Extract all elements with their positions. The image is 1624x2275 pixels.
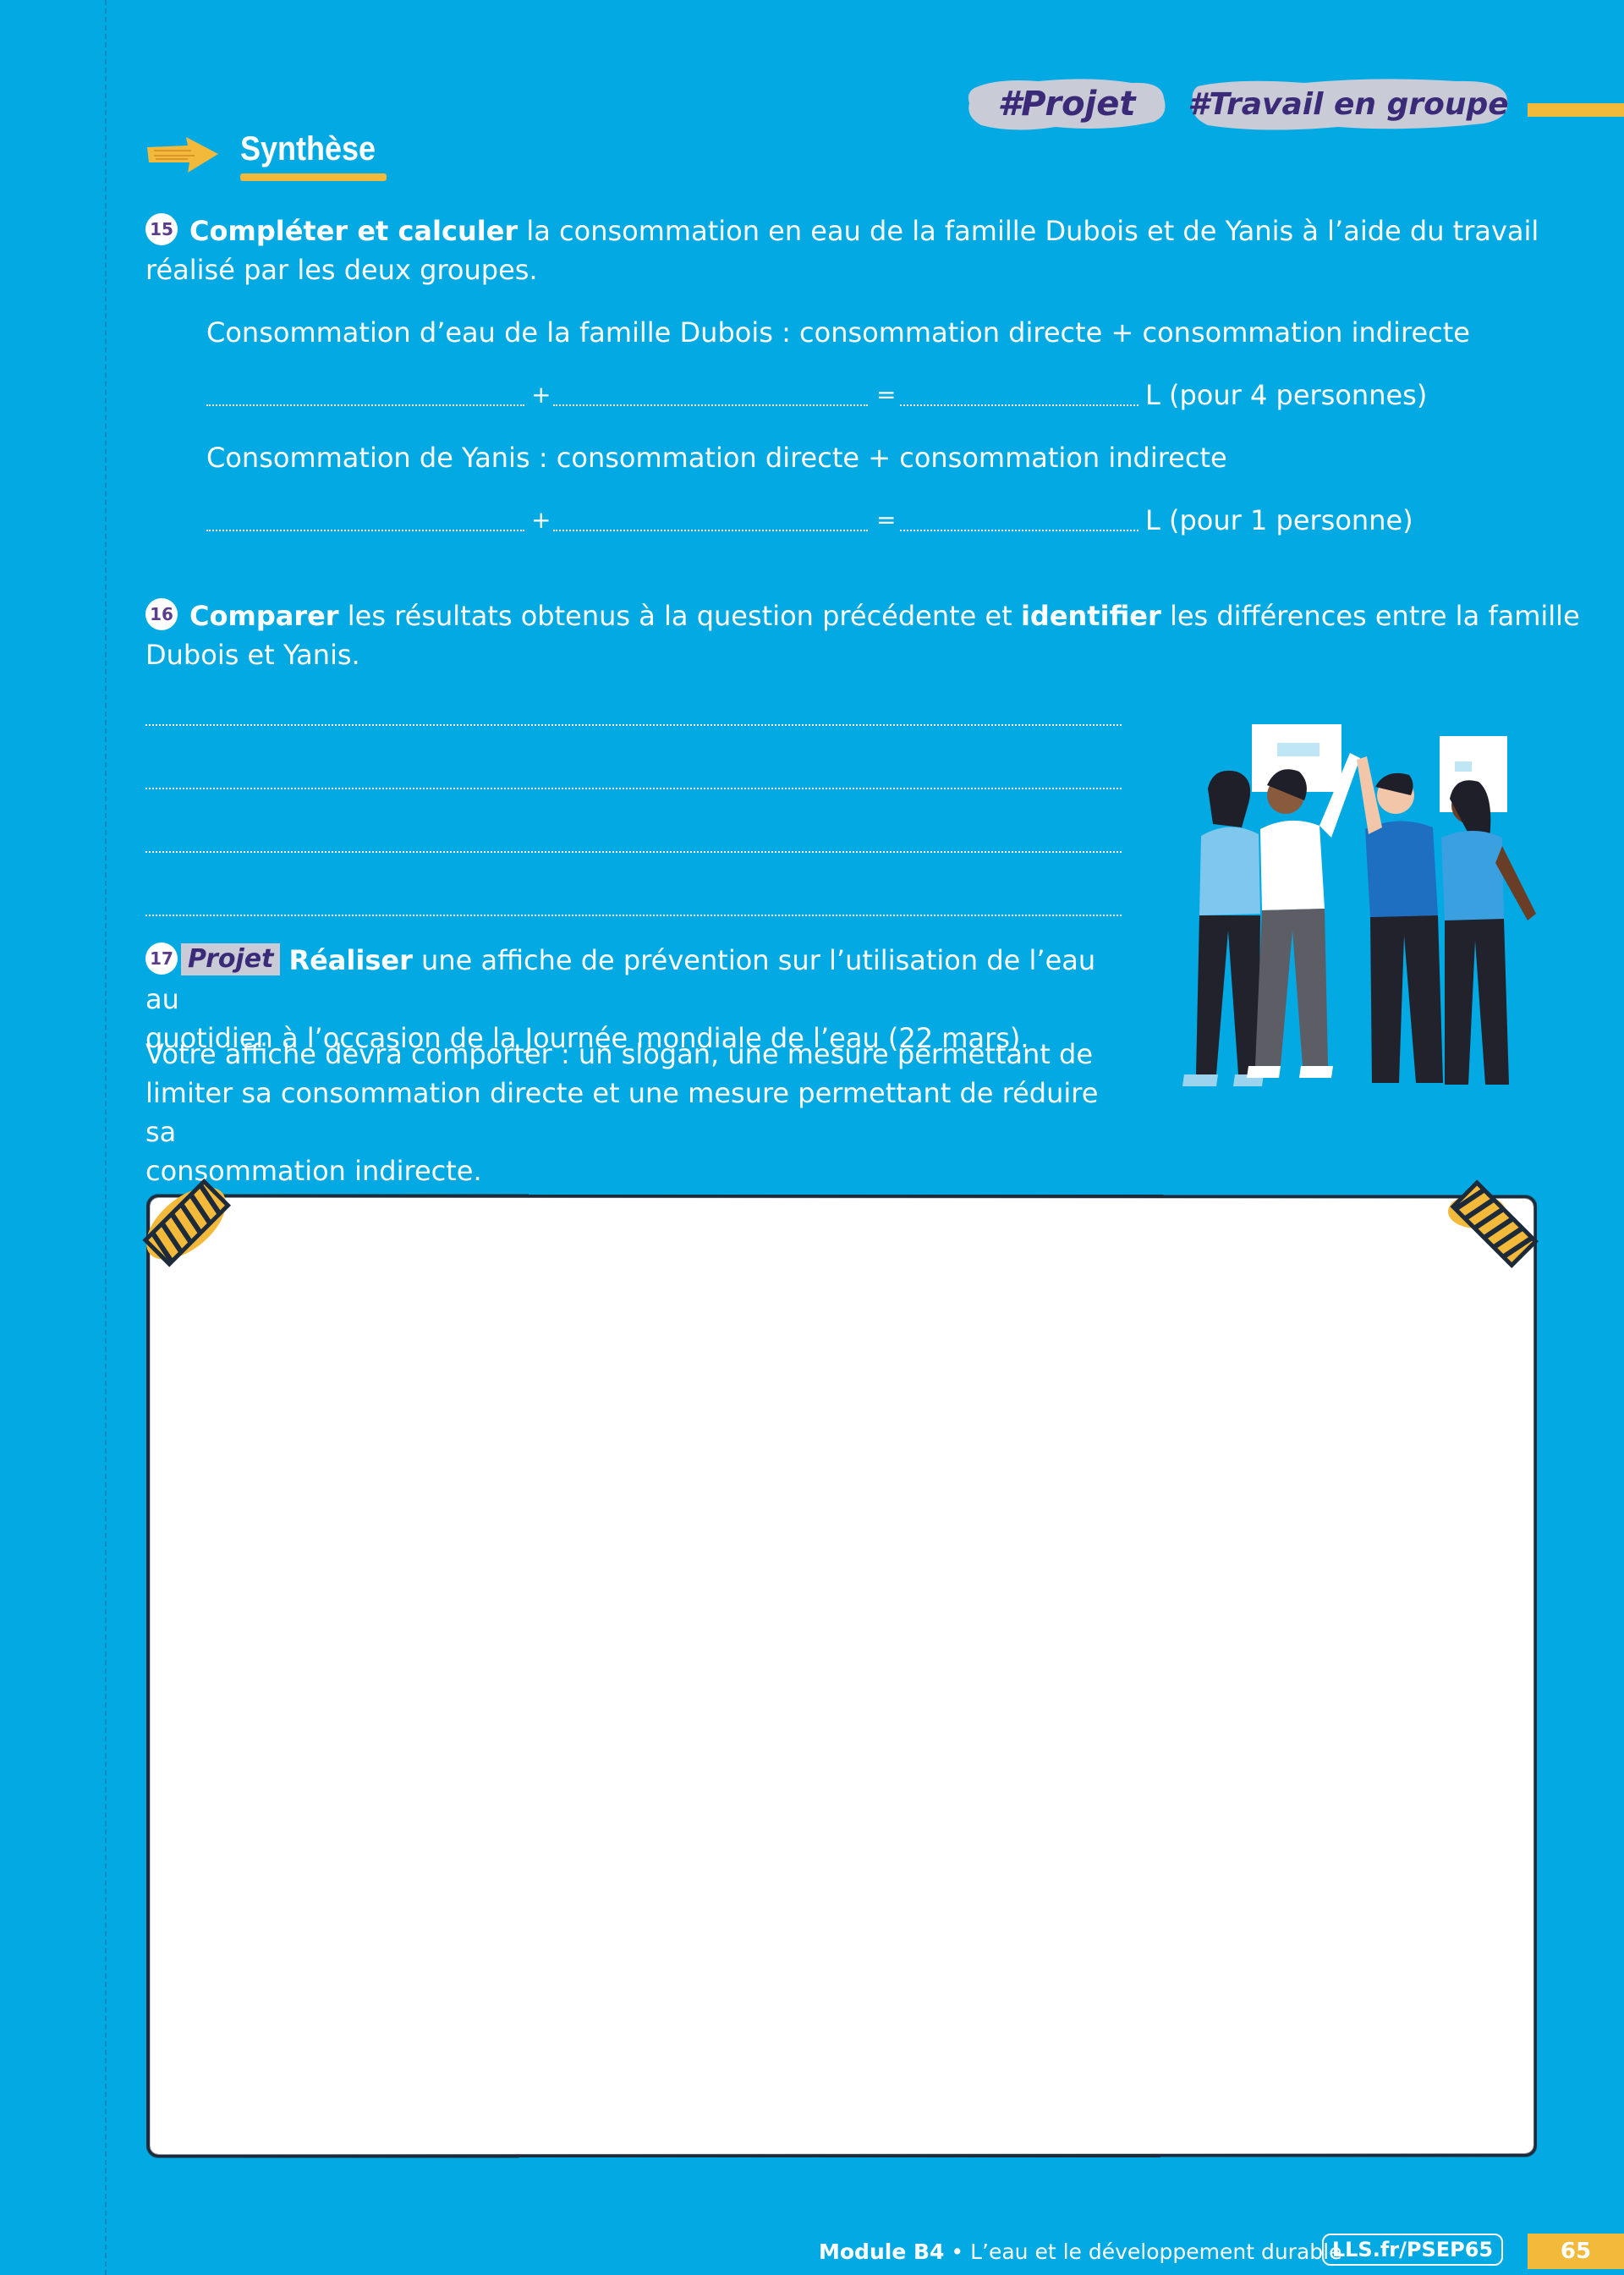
question-16: 16 Comparer les résultats obtenus à la qu… (145, 596, 1583, 674)
answer-line[interactable] (145, 915, 1122, 916)
q16-verb-identify: identifier (1020, 600, 1161, 632)
footer-module-info: Module B4 • L’eau et le développement du… (819, 2239, 1341, 2266)
dubois-direct-blank[interactable] (206, 404, 524, 406)
footer-link[interactable]: LLS.fr/PSEP65 (1322, 2234, 1503, 2266)
q16-text-line2: Dubois et Yanis. (145, 639, 360, 671)
project-label: Projet (181, 943, 281, 975)
page-number: 65 (1528, 2234, 1624, 2269)
q17-verb: Réaliser (288, 944, 413, 976)
dubois-indirect-blank[interactable] (553, 404, 868, 406)
tape-corner-right-icon (1448, 1179, 1539, 1269)
q17-instructions-line2: limiter sa consommation directe et une m… (145, 1077, 1099, 1148)
yanis-indirect-blank[interactable] (553, 530, 868, 531)
top-accent-bar (1528, 103, 1624, 117)
group-high-five-illustration (1182, 724, 1536, 1086)
tag-projet: #Projet (963, 73, 1171, 135)
question-number-15: 15 (145, 213, 178, 245)
yanis-equals-sign: = (876, 506, 897, 534)
arrow-icon (147, 137, 218, 173)
footer-subject: L’eau et le développement durable (970, 2239, 1342, 2264)
tag-travail-en-groupe: #Travail en groupe (1186, 73, 1511, 135)
q15-verb: Compléter et calculer (189, 215, 518, 247)
yanis-total-blank[interactable] (900, 530, 1138, 531)
footer-module: Module B4 (819, 2239, 945, 2264)
question-number-16: 16 (145, 598, 178, 630)
q16-verb-compare: Comparer (189, 600, 339, 632)
answer-line[interactable] (145, 788, 1122, 789)
dubois-plus-sign: + (531, 381, 551, 409)
q15-text-line2: réalisé par les deux groupes. (145, 254, 538, 286)
dubois-formula-label: Consommation d’eau de la famille Dubois … (206, 316, 1470, 349)
q16-text2: les différences entre la famille (1160, 600, 1580, 632)
dubois-equals-sign: = (876, 381, 897, 409)
binding-margin-line (105, 0, 107, 2275)
title-underline (240, 173, 387, 181)
q17-instructions: Votre affiche devra comporter : un sloga… (145, 1035, 1127, 1190)
q16-text1: les résultats obtenus à la question préc… (338, 600, 1021, 632)
section-title: Synthèse (240, 130, 376, 168)
footer-separator: • (944, 2239, 971, 2264)
dubois-unit: L (pour 4 personnes) (1145, 379, 1428, 411)
tag-groupe-label: #Travail en groupe (1188, 86, 1509, 122)
question-15: 15 Compléter et calculer la consommation … (145, 212, 1550, 289)
yanis-formula-label: Consommation de Yanis : consommation dir… (206, 442, 1227, 474)
dubois-total-blank[interactable] (900, 404, 1138, 406)
tape-corner-left-icon (142, 1178, 232, 1267)
answer-line[interactable] (145, 724, 1122, 726)
yanis-plus-sign: + (531, 506, 551, 534)
yanis-direct-blank[interactable] (206, 530, 524, 531)
q15-text-line1: la consommation en eau de la famille Dub… (518, 215, 1539, 247)
tag-projet-label: #Projet (997, 85, 1136, 124)
answer-line[interactable] (145, 851, 1122, 853)
question-number-17: 17 (145, 942, 178, 975)
poster-drawing-area[interactable] (146, 1194, 1538, 2158)
q17-instructions-line1: Votre affiche devra comporter : un sloga… (145, 1038, 1094, 1070)
yanis-unit: L (pour 1 personne) (1145, 504, 1413, 536)
